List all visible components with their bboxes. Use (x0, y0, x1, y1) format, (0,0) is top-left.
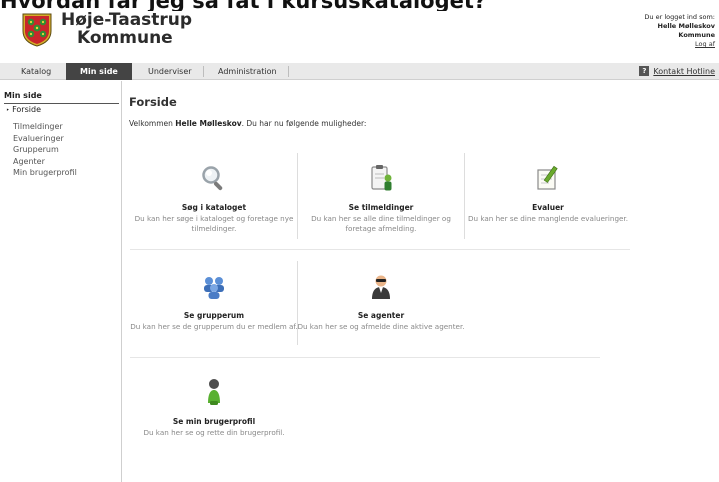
sidebar-list: Tilmeldinger Evalueringer Grupperum Agen… (13, 121, 77, 179)
tile-search-catalog[interactable]: Søg i kataloget Du kan her søge i katalo… (130, 163, 298, 234)
welcome-text: Velkommen Helle Mølleskov. Du har nu føl… (129, 119, 367, 128)
logo-line-1: Høje-Taastrup (61, 10, 193, 30)
logo-line-2: Kommune (77, 28, 173, 48)
tile-description: Du kan her se og rette din brugerprofil. (143, 428, 285, 437)
main-nav: Katalog Min side Underviser Administrati… (0, 63, 719, 80)
group-icon (204, 277, 224, 299)
sidebar-item-agenter[interactable]: Agenter (13, 156, 77, 168)
welcome-user-name: Helle Mølleskov (175, 119, 242, 128)
sidebar-item-tilmeldinger[interactable]: Tilmeldinger (13, 121, 77, 133)
logout-link[interactable]: Log af (644, 40, 715, 49)
main-content: Forside Velkommen Helle Mølleskov. Du ha… (123, 81, 719, 482)
nav-katalog[interactable]: Katalog (13, 63, 59, 80)
login-info: Du er logget ind som: Helle Mølleskov Ko… (644, 13, 715, 49)
tile-title: Se min brugerprofil (172, 417, 256, 426)
tile-evaluate[interactable]: Evaluer Du kan her se dine manglende eva… (464, 163, 632, 224)
tile-description: Du kan her se de grupperum du er medlem … (130, 322, 298, 331)
nav-min-side[interactable]: Min side (66, 63, 132, 80)
hotline-link[interactable]: Kontakt Hotline (653, 67, 715, 76)
tile-description: Du kan her se og afmelde dine aktive age… (297, 322, 465, 331)
sidebar-item-label: Forside (12, 105, 41, 114)
user-name: Helle Mølleskov (657, 22, 716, 30)
nav-administration[interactable]: Administration (210, 63, 285, 80)
tile-title: Se tilmeldinger (348, 203, 414, 212)
login-label: Du er logget ind som: (644, 13, 715, 21)
agent-icon (372, 275, 390, 299)
municipality-name: Høje-Taastrup Kommune (61, 11, 192, 47)
sidebar-item-min-brugerprofil[interactable]: Min brugerprofil (13, 167, 77, 179)
sidebar-title: Min side (4, 91, 42, 100)
user-org: Kommune (678, 31, 715, 39)
tile-title: Se agenter (357, 311, 405, 320)
tile-see-user-profile[interactable]: Se min brugerprofil Du kan her se og ret… (130, 377, 298, 438)
page-title: Forside (129, 95, 177, 109)
tile-title: Se grupperum (183, 311, 245, 320)
notepad-pen-icon (537, 165, 558, 190)
municipality-logo (22, 13, 52, 47)
site-header: Høje-Taastrup Kommune Du er logget ind s… (0, 11, 719, 59)
contact-hotline[interactable]: ? Kontakt Hotline (639, 63, 715, 80)
nav-divider (203, 66, 204, 77)
tile-description: Du kan her se alle dine tilmeldinger og … (311, 214, 451, 233)
nav-divider (288, 66, 289, 77)
tile-see-group-rooms[interactable]: Se grupperum Du kan her se de grupperum … (130, 271, 298, 332)
row-divider (130, 357, 600, 358)
sidebar: Min side ‣ Forside Tilmeldinger Evalueri… (0, 81, 122, 482)
sidebar-item-grupperum[interactable]: Grupperum (13, 144, 77, 156)
tile-title: Søg i kataloget (181, 203, 247, 212)
row-divider (130, 249, 630, 250)
user-profile-icon (208, 379, 220, 405)
clipboard-user-icon (371, 165, 392, 191)
sidebar-item-evalueringer[interactable]: Evalueringer (13, 133, 77, 145)
tile-see-registrations[interactable]: Se tilmeldinger Du kan her se alle dine … (297, 163, 465, 234)
tile-description: Du kan her søge i kataloget og foretage … (134, 214, 294, 233)
magnifier-icon (202, 166, 223, 191)
help-icon: ? (639, 65, 650, 76)
tile-description: Du kan her se dine manglende evalueringe… (467, 214, 629, 223)
tile-see-agents[interactable]: Se agenter Du kan her se og afmelde dine… (297, 271, 465, 332)
nav-underviser[interactable]: Underviser (140, 63, 200, 80)
sidebar-item-forside[interactable]: ‣ Forside (6, 104, 41, 116)
tile-title: Evaluer (532, 203, 564, 212)
bullet-icon: ‣ (6, 107, 10, 114)
